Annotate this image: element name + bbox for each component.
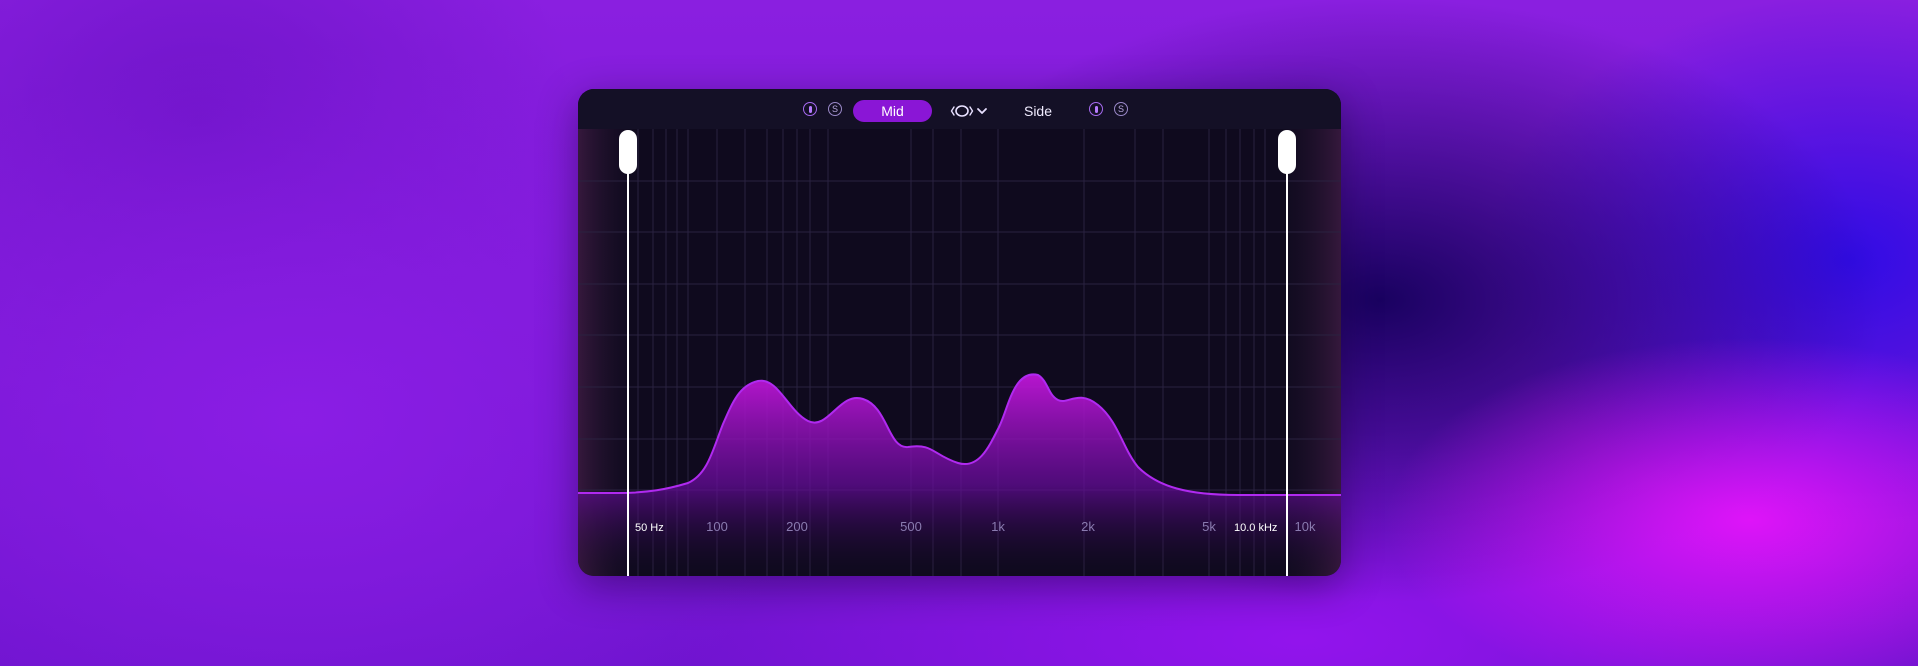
toolbar: S Mid Side S — [578, 89, 1341, 129]
freq-label-10k: 10k — [1294, 519, 1316, 534]
analyzer-panel: S Mid Side S 50 Hz 100 200 500 1k 2k 5k … — [578, 89, 1341, 576]
power-icon — [808, 105, 812, 113]
mid-solo-button[interactable]: S — [828, 102, 842, 116]
stereo-link-icon — [950, 105, 987, 117]
side-solo-label: S — [1117, 104, 1124, 114]
freq-label-1k: 1k — [991, 519, 1005, 534]
freq-label-5k: 5k — [1202, 519, 1216, 534]
power-icon — [1094, 105, 1098, 113]
mid-bypass-button[interactable] — [803, 102, 817, 116]
chevron-down-icon — [977, 108, 987, 114]
stereo-mode-dropdown[interactable] — [950, 101, 992, 121]
freq-label-2k: 2k — [1081, 519, 1095, 534]
freq-label-100: 100 — [706, 519, 728, 534]
high-range-handle[interactable] — [1278, 130, 1296, 174]
mid-tab-label: Mid — [881, 103, 904, 119]
high-range-line — [1286, 149, 1288, 576]
side-solo-button[interactable]: S — [1114, 102, 1128, 116]
low-range-handle[interactable] — [619, 130, 637, 174]
mid-solo-label: S — [831, 104, 838, 114]
spectrum-fill — [578, 374, 1341, 576]
mid-tab[interactable]: Mid — [853, 100, 932, 122]
spectrum-svg — [578, 129, 1341, 576]
freq-label-500: 500 — [900, 519, 922, 534]
freq-label-200: 200 — [786, 519, 808, 534]
spectrum-graph[interactable]: 50 Hz 100 200 500 1k 2k 5k 10.0 kHz 10k — [578, 129, 1341, 576]
side-bypass-button[interactable] — [1089, 102, 1103, 116]
low-range-label: 50 Hz — [635, 522, 664, 534]
side-tab-label: Side — [1023, 103, 1053, 119]
side-tab[interactable]: Side — [1013, 100, 1063, 122]
high-range-label: 10.0 kHz — [1234, 522, 1278, 534]
low-range-line — [627, 149, 629, 576]
